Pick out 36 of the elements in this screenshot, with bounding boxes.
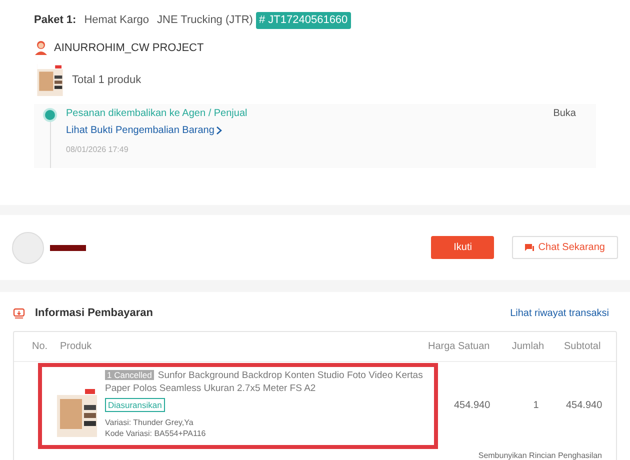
redaction-mark: [50, 244, 86, 250]
chat-icon: [525, 244, 534, 252]
subtotal-cell-text: 454.940: [565, 399, 604, 413]
cancelled-badge: 1 Cancelled: [105, 370, 154, 380]
shop-person-icon: [34, 40, 48, 56]
column-header: No.: [32, 340, 49, 354]
product-image: [57, 386, 97, 436]
column-header: Subtotal: [563, 340, 602, 354]
timeline-status: Pesanan dikembalikan ke Agen / Penjual: [66, 107, 248, 121]
insured-tag: Diasuransikan: [105, 398, 165, 412]
seller-avatar: [12, 232, 44, 264]
package-label: Paket 1:: [34, 13, 76, 28]
return-proof-link[interactable]: Lihat Bukti Pengembalian Barang: [66, 123, 222, 138]
shipping-service: Hemat Kargo: [84, 13, 150, 28]
follow-button[interactable]: Ikuti: [431, 236, 494, 259]
tracking-number[interactable]: # JT17240561660: [256, 12, 351, 28]
open-action[interactable]: Buka: [553, 104, 596, 168]
transaction-history-link[interactable]: Lihat riwayat transaksi: [510, 306, 617, 321]
price-cell-text: 454.940: [454, 399, 492, 413]
product-name[interactable]: 1 Cancelled Sunfor Background Backdrop Konten Studio Foto Video Kertas Paper Polos Seamless Ukuran 2.7x5 Meter FS A2: [105, 368, 432, 394]
column-header: Harga Satuan: [428, 340, 491, 354]
column-header: Jumlah: [510, 340, 546, 354]
timeline-time: 08/01/2026 17:49: [66, 144, 130, 156]
courier-name: JNE Trucking (JTR): [157, 13, 253, 28]
hide-earnings-link[interactable]: Sembunyikan Rincian Penghasilan: [478, 450, 602, 460]
product-count: Total 1 produk: [72, 72, 142, 88]
shop-name[interactable]: AINURROHIM_CW PROJECT: [54, 40, 204, 56]
chevron-right-icon: [216, 126, 222, 135]
payment-title: Informasi Pembayaran: [35, 306, 153, 321]
chat-button[interactable]: Chat Sekarang: [512, 236, 618, 259]
product-thumbnail: [34, 64, 66, 96]
variant-text: Variasi: Thunder Grey,Ya: [105, 416, 194, 428]
payment-icon: [13, 308, 25, 319]
column-header: Produk: [60, 340, 93, 354]
variant-code: Kode Variasi: BA554+PA116: [105, 428, 207, 438]
quantity-cell-text: 1: [532, 399, 540, 413]
